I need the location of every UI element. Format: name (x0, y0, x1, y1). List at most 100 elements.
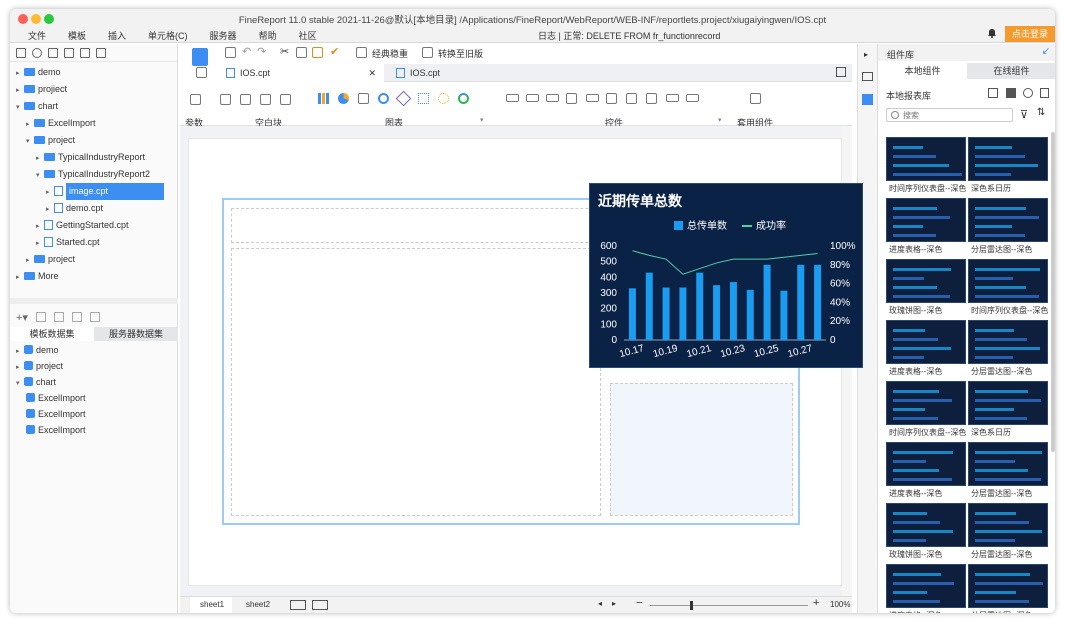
open-folder-icon[interactable] (16, 47, 26, 58)
sheet-tab-1[interactable]: sheet1 (190, 597, 232, 613)
convert-icon[interactable] (422, 47, 433, 58)
tree-item-demo[interactable]: ▸ demo (16, 64, 61, 81)
chart-more-icon[interactable]: ▾ (480, 116, 484, 124)
export-icon[interactable] (1006, 88, 1016, 98)
edit-icon[interactable] (64, 47, 74, 58)
refresh-icon[interactable] (32, 47, 42, 58)
widget-list-icon[interactable] (646, 93, 657, 104)
widget-number-icon[interactable] (586, 94, 599, 102)
line-chart-icon[interactable] (358, 93, 369, 104)
next-sheet-icon[interactable]: ▸ (612, 599, 616, 608)
prev-sheet-icon[interactable]: ◂ (598, 599, 602, 608)
dataset-item[interactable]: ExcelImport (26, 406, 86, 423)
cut-icon[interactable]: ✂ (280, 45, 289, 58)
component-thumbnail[interactable] (968, 442, 1048, 486)
menu-help[interactable]: 帮助 (259, 29, 277, 42)
tree-item-demo-cpt[interactable]: ▸ demo.cpt (46, 200, 103, 217)
widget-frame-icon[interactable] (686, 94, 699, 102)
chevron-right-icon[interactable]: ▸ (36, 235, 44, 252)
tab-template-dataset[interactable]: 模板数据集 (10, 327, 94, 341)
close-tab-icon[interactable]: ✕ (368, 64, 376, 82)
zoom-slider[interactable] (650, 601, 808, 610)
pie-chart-icon[interactable] (338, 93, 349, 104)
component-thumbnail[interactable] (886, 320, 966, 364)
widget-checkbox-icon[interactable] (626, 93, 637, 104)
component-thumbnail[interactable] (968, 381, 1048, 425)
tab-local-components[interactable]: 本地组件 (878, 63, 967, 79)
search-input[interactable] (903, 110, 1008, 120)
refresh-library-icon[interactable] (1023, 88, 1033, 98)
bubble-chart-icon[interactable] (438, 93, 449, 104)
collapse-panel-icon[interactable]: ▸ (864, 50, 868, 59)
chart-widget[interactable]: 近期传单总数 总传单数 成功率 0 100 200 300 400 500 600 0 20% 40% 6… (589, 183, 863, 368)
chevron-right-icon[interactable]: ▸ (26, 116, 34, 133)
tree-item-project[interactable]: ▸ project (26, 251, 75, 268)
chevron-right-icon[interactable]: ▸ (46, 201, 54, 218)
left-block[interactable] (231, 248, 601, 516)
component-thumbnail[interactable] (968, 320, 1048, 364)
preview-dataset-icon[interactable] (71, 312, 82, 322)
widget-date-icon[interactable] (566, 93, 577, 104)
component-thumbnail[interactable] (968, 503, 1048, 547)
chevron-right-icon[interactable]: ▸ (26, 252, 34, 269)
edit-dataset-icon[interactable] (35, 312, 46, 322)
sort-icon[interactable]: ⇅ (1037, 107, 1045, 118)
menu-file[interactable]: 文件 (28, 29, 46, 42)
dataset-item[interactable]: ExcelImport (26, 422, 86, 439)
dataset-item[interactable]: ExcelImport (26, 390, 86, 407)
save-icon[interactable] (225, 47, 236, 58)
tree-item-projiect[interactable]: ▸ projiect (16, 81, 67, 98)
component-panel-icon[interactable] (862, 94, 873, 105)
filter-icon[interactable]: ⊽ (1020, 108, 1028, 121)
import-icon[interactable] (988, 88, 998, 98)
menu-insert[interactable]: 插入 (108, 29, 126, 42)
tab-ios-cpt[interactable]: IOS.cpt (388, 64, 554, 82)
menu-community[interactable]: 社区 (299, 29, 317, 42)
login-button[interactable]: 点击登录 (1005, 26, 1055, 42)
ring-chart-icon[interactable] (458, 93, 469, 104)
pin-icon[interactable]: ↙ (1042, 46, 1050, 57)
zoom-out-button[interactable]: − (636, 597, 642, 609)
undo-icon[interactable]: ↶ (242, 45, 251, 58)
tree-item-project[interactable]: ▾ project (26, 132, 75, 149)
component-thumbnail[interactable] (886, 137, 966, 181)
widget-button-icon[interactable] (546, 94, 559, 102)
tree-item-chart[interactable]: ▾ chart (16, 98, 58, 115)
widget-label-icon[interactable] (526, 94, 539, 102)
widget-textbox-icon[interactable] (506, 94, 519, 102)
chevron-right-icon[interactable]: ▸ (46, 184, 54, 201)
grid-icon[interactable] (196, 67, 207, 78)
zoom-in-button[interactable]: + (813, 597, 819, 609)
component-thumbnail[interactable] (886, 259, 966, 303)
dataset-item[interactable]: ▸ demo (16, 342, 59, 359)
radar-chart-icon[interactable] (395, 90, 412, 107)
export-dataset-icon[interactable] (89, 312, 100, 322)
chevron-down-icon[interactable]: ▾ (16, 99, 24, 116)
tree-item-gettingstarted-cpt[interactable]: ▸ GettingStarted.cpt (36, 217, 129, 234)
add-dashboard-icon[interactable] (312, 600, 328, 610)
menu-server[interactable]: 服务器 (210, 29, 237, 42)
component-thumbnail[interactable] (968, 137, 1048, 181)
tree-item-typicalindustryreport2[interactable]: ▾ TypicalIndustryReport2 (36, 166, 150, 183)
tab-online-components[interactable]: 在线组件 (967, 63, 1055, 79)
widget-combo-icon[interactable] (606, 93, 617, 104)
sheet-tab-2[interactable]: sheet2 (236, 597, 278, 613)
tab-server-dataset[interactable]: 服务器数据集 (94, 327, 178, 341)
theme-icon[interactable] (356, 47, 367, 58)
tree-item-image-cpt[interactable]: ▸ image.cpt (46, 183, 164, 200)
copy-icon[interactable] (96, 47, 106, 58)
delete-library-icon[interactable] (1040, 88, 1049, 98)
widget-more-icon[interactable]: ▾ (718, 116, 722, 124)
format-paint-icon[interactable] (836, 67, 846, 77)
chevron-right-icon[interactable]: ▸ (36, 218, 44, 235)
component-thumbnail[interactable] (886, 442, 966, 486)
chevron-down-icon[interactable]: ▾ (26, 133, 34, 150)
component-thumbnail[interactable] (886, 381, 966, 425)
blank-block-3-icon[interactable] (260, 94, 271, 105)
chevron-right-icon[interactable]: ▸ (16, 82, 24, 99)
paste-icon[interactable] (312, 47, 323, 58)
widget-tab-icon[interactable] (666, 94, 679, 102)
chevron-down-icon[interactable]: ▾ (16, 375, 24, 392)
component-thumbnail[interactable] (886, 198, 966, 242)
template-component-icon[interactable] (750, 93, 761, 104)
